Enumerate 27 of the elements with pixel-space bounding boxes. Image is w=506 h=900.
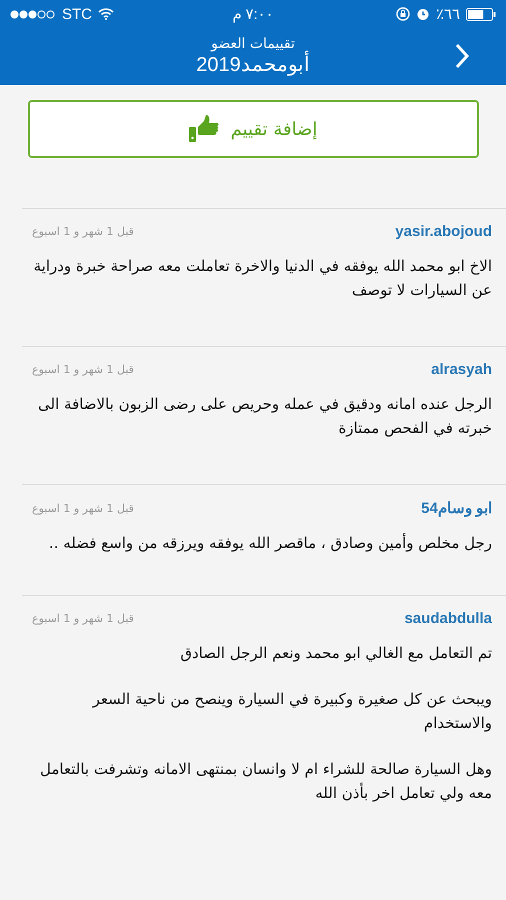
member-name: أبومحمد2019 [196,52,310,77]
reviewer-name[interactable]: saudabdulla [404,610,492,627]
signal-icon [10,10,56,18]
review-text: تم التعامل مع الغالي ابو محمد ونعم الرجل الصادق [179,643,492,664]
reviewer-name[interactable]: yasir.abojoud [395,223,492,240]
thumbs-up-icon [188,115,219,143]
review-time: قبل 1 شهر و 1 اسبوع [32,612,134,625]
battery-percent: ٦٦٪ [436,5,460,23]
review-text: رجل مخلص وأمين وصادق ، ماقصر الله يوفقه ويرزقه من واسع فضله .. [48,532,492,554]
carrier-name: STC [62,6,92,22]
clock-time: ٧:٠٠ م [232,5,274,23]
reviewer-name[interactable]: alrasyah [431,361,492,378]
review-text: وهل السيارة صالحة للشراء ام لا وانسان بمنتهى الامانه وتشرفت بالتعامل معه ولي تعامل اخر بأذن الله [39,759,492,804]
back-button[interactable] [454,42,470,70]
review-text: الاخ ابو محمد الله يوفقه في الدنيا والاخرة تعاملت معه صراحة خبرة ودراية عن السيارات لا توصف [32,256,492,301]
rotation-lock-icon [396,7,410,21]
review-time: قبل 1 شهر و 1 اسبوع [32,225,134,238]
wifi-icon [98,8,114,20]
review-time: قبل 1 شهر و 1 اسبوع [32,502,134,514]
review-time: قبل 1 شهر و 1 اسبوع [32,363,134,376]
alarm-icon [416,7,430,21]
review-text: الرجل عنده امانه ودقيق في عمله وحريص على رضى الزبون بالاضافة الى خبرته في الفحص ممتازة [37,394,492,439]
battery-icon [466,8,496,20]
page-title: تقييمات العضو [211,36,295,52]
add-rating-button[interactable]: إضافة تقييم [28,100,478,158]
review-text: ويبحث عن كل صغيرة وكبيرة في السيارة وينصح من ناحية السعر والاستخدام [91,689,492,734]
reviewer-name[interactable]: ابو وسام54 [421,499,492,517]
